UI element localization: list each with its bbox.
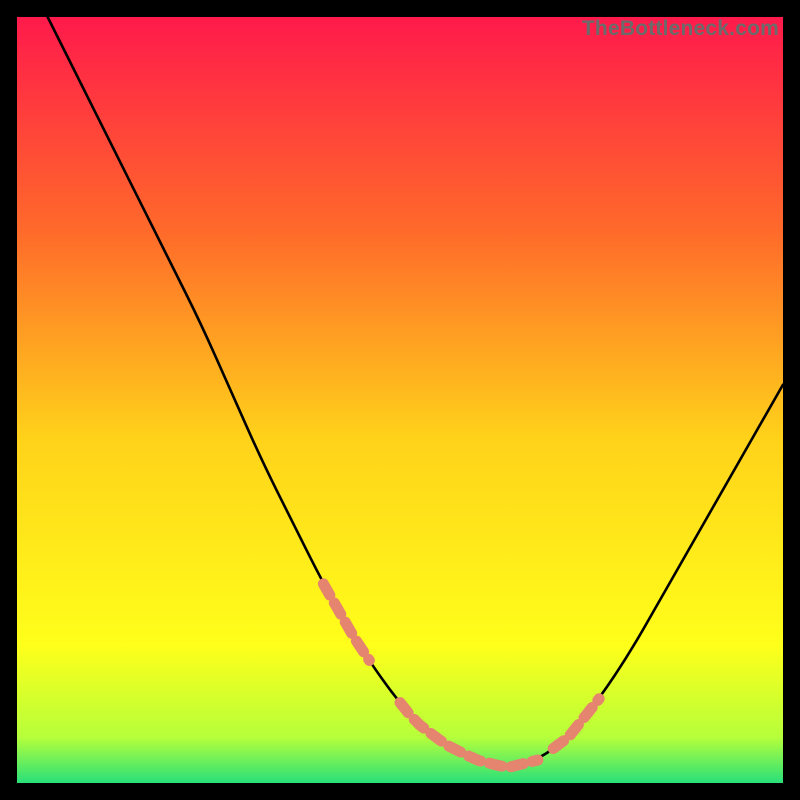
gradient-background [17,17,783,783]
chart-frame: TheBottleneck.com [17,17,783,783]
bottleneck-chart [17,17,783,783]
watermark-text: TheBottleneck.com [582,17,779,41]
